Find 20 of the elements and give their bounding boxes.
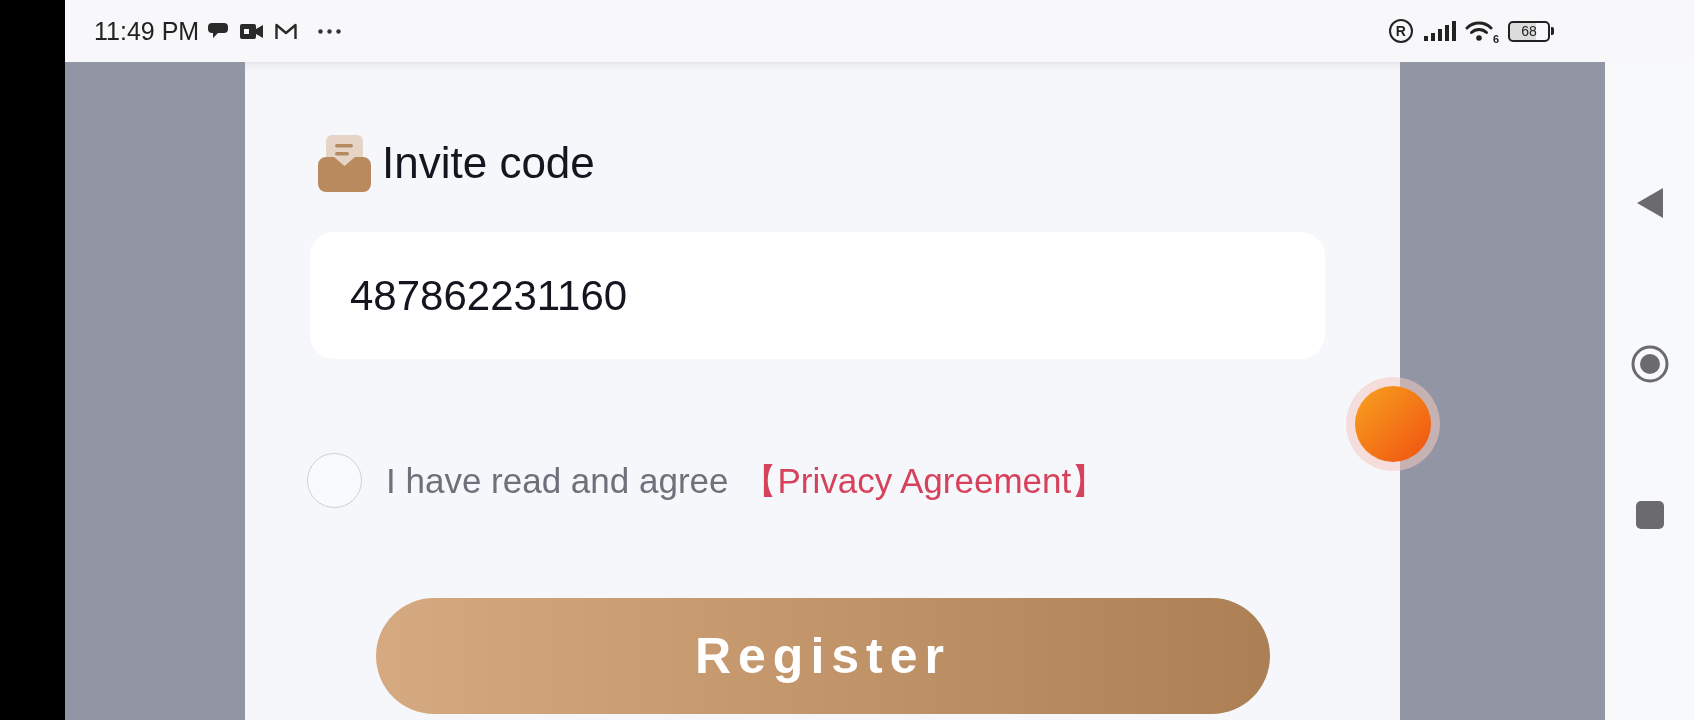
signal-bars-icon [1423,21,1456,41]
recents-icon[interactable] [1635,501,1664,529]
chat-bubble-icon [208,22,229,40]
back-icon[interactable] [1636,188,1663,218]
home-icon[interactable] [1630,345,1669,383]
status-time: 11:49 PM [94,18,200,44]
wifi-standard-label: 6 [1492,34,1499,45]
registered-indicator: R [1388,19,1413,43]
floating-ball-icon[interactable] [1345,376,1441,472]
more-dots-icon [318,28,342,34]
mail-icon [275,22,298,40]
invite-code-field[interactable]: 487862231160 [310,232,1325,359]
invite-code-label: Invite code [382,141,595,185]
battery-indicator: 68 [1508,20,1554,42]
wifi-icon [1464,21,1493,41]
register-button[interactable]: Register [376,598,1270,714]
privacy-agreement-link[interactable]: 【Privacy Agreement】 [742,463,1107,498]
video-camera-icon [240,22,264,40]
agreement-text: I have read and agree [386,463,729,498]
inbox-tray-icon [318,134,371,192]
